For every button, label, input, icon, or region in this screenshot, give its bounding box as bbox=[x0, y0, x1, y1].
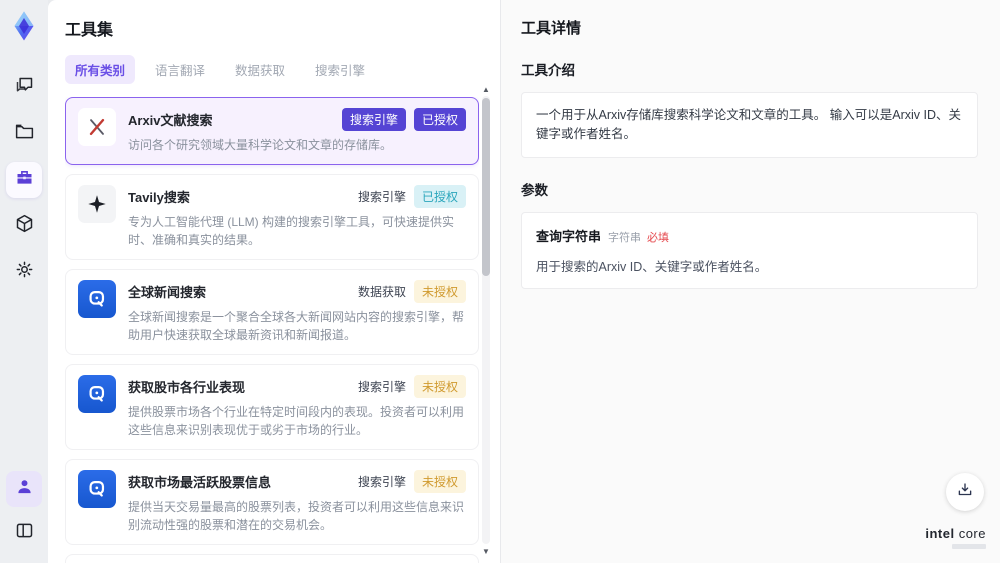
tool-tags: 数据获取 未授权 bbox=[358, 280, 466, 303]
tool-card[interactable]: Arxiv文献搜索 搜索引擎 已授权 访问各个研究领域大量科学论文和文章的存储库… bbox=[65, 97, 479, 165]
download-icon bbox=[956, 481, 974, 504]
tool-description: 提供股票市场各个行业在特定时间段内的表现。投资者可以利用这些信息来识别表现优于或… bbox=[128, 405, 465, 437]
rail-nav bbox=[6, 70, 42, 290]
blue-app-icon bbox=[78, 470, 116, 508]
tool-card[interactable]: 万维地区新闻查询 搜索引擎 未授权 查询具体行政区划内的新闻，快速了解各地新闻动 bbox=[65, 554, 479, 563]
chat-icon bbox=[14, 75, 35, 101]
intel-brand-word: intel bbox=[925, 526, 955, 541]
scrollbar-thumb[interactable] bbox=[482, 98, 490, 276]
sidebar-item-settings[interactable] bbox=[6, 254, 42, 290]
tool-category-label: 数据获取 bbox=[357, 285, 406, 299]
intro-text: 一个用于从Arxiv存储库搜索科学论文和文章的工具。 输入可以是Arxiv ID… bbox=[536, 108, 962, 141]
category-tab[interactable]: 语言翻译 bbox=[145, 55, 215, 84]
toolbox-icon bbox=[14, 167, 35, 193]
tool-card-head: Arxiv文献搜索 搜索引擎 已授权 bbox=[128, 108, 466, 131]
tool-card[interactable]: 获取市场最活跃股票信息 搜索引擎 未授权 提供当天交易量最高的股票列表，投资者可… bbox=[65, 459, 479, 545]
tool-auth-badge: 已授权 bbox=[413, 108, 466, 131]
tool-description: 专为人工智能代理 (LLM) 构建的搜索引擎工具，可快速提供实时、准确和真实的结… bbox=[128, 215, 455, 247]
app-logo bbox=[8, 10, 40, 42]
tool-category-label: 搜索引擎 bbox=[357, 190, 406, 204]
intro-box: 一个用于从Arxiv存储库搜索科学论文和文章的工具。 输入可以是Arxiv ID… bbox=[521, 92, 978, 158]
sidebar-item-packages[interactable] bbox=[6, 208, 42, 244]
tavily-star-icon bbox=[78, 185, 116, 223]
intel-core-word: core bbox=[958, 526, 986, 541]
category-tabs: 所有类别 语言翻译 数据获取 搜索引擎 bbox=[65, 55, 500, 84]
tool-description: 访问各个研究领域大量科学论文和文章的存储库。 bbox=[128, 138, 393, 152]
main-surface: 工具集 所有类别 语言翻译 数据获取 搜索引擎 Arxiv文献搜索 搜索引擎 已授权 … bbox=[48, 0, 1000, 563]
arxiv-icon bbox=[78, 108, 116, 146]
sidebar-item-toolbox[interactable] bbox=[6, 162, 42, 198]
blue-app-icon bbox=[78, 280, 116, 318]
package-icon bbox=[14, 213, 35, 239]
user-icon bbox=[14, 476, 35, 502]
param-header: 查询字符串 字符串 必填 bbox=[536, 226, 963, 246]
tool-name: 全球新闻搜索 bbox=[128, 285, 207, 300]
param-type: 字符串 bbox=[608, 231, 642, 244]
page-title: 工具集 bbox=[65, 22, 114, 39]
param-required-flag: 必填 bbox=[647, 231, 670, 244]
settings-icon bbox=[14, 259, 35, 285]
tool-card-body: Tavily搜索 搜索引擎 已授权 专为人工智能代理 (LLM) 构建的搜索引擎… bbox=[128, 185, 466, 249]
sidebar-item-profile[interactable] bbox=[6, 471, 42, 507]
param-box: 查询字符串 字符串 必填 用于搜索的Arxiv ID、关键字或作者姓名。 bbox=[521, 211, 978, 289]
tool-category-label: 搜索引擎 bbox=[357, 475, 406, 489]
tool-name: 获取市场最活跃股票信息 bbox=[128, 475, 272, 490]
folder-icon bbox=[14, 121, 35, 147]
blue-app-icon bbox=[78, 375, 116, 413]
tools-pane: 工具集 所有类别 语言翻译 数据获取 搜索引擎 Arxiv文献搜索 搜索引擎 已授权 … bbox=[48, 0, 500, 563]
tool-tags: 搜索引擎 已授权 bbox=[341, 108, 466, 131]
category-tab[interactable]: 所有类别 bbox=[65, 55, 136, 84]
tool-name: Tavily搜索 bbox=[128, 190, 190, 205]
tool-card-head: 获取股市各行业表现 搜索引擎 未授权 bbox=[128, 375, 466, 398]
detail-title: 工具详情 bbox=[521, 20, 582, 37]
tool-card-head: 全球新闻搜索 数据获取 未授权 bbox=[128, 280, 466, 303]
param-name: 查询字符串 bbox=[536, 228, 602, 244]
tool-card-head: 获取市场最活跃股票信息 搜索引擎 未授权 bbox=[128, 470, 466, 493]
intel-core-logo: intel core bbox=[925, 526, 986, 549]
intro-heading: 工具介绍 bbox=[521, 63, 575, 78]
scroll-down-icon[interactable]: ▼ bbox=[480, 548, 492, 556]
tool-card-body: 全球新闻搜索 数据获取 未授权 全球新闻搜索是一个聚合全球各大新闻网站内容的搜索… bbox=[128, 280, 466, 344]
params-heading: 参数 bbox=[521, 182, 548, 198]
tool-auth-badge: 未授权 bbox=[413, 470, 466, 493]
tool-card-body: Arxiv文献搜索 搜索引擎 已授权 访问各个研究领域大量科学论文和文章的存储库… bbox=[128, 108, 466, 154]
scroll-up-icon[interactable]: ▲ bbox=[480, 86, 492, 94]
tool-card[interactable]: 获取股市各行业表现 搜索引擎 未授权 提供股票市场各个行业在特定时间段内的表现。… bbox=[65, 364, 479, 450]
tool-category-label: 搜索引擎 bbox=[341, 108, 406, 131]
tool-auth-badge: 未授权 bbox=[413, 280, 466, 303]
tool-auth-badge: 未授权 bbox=[413, 375, 466, 398]
tool-description: 提供当天交易量最高的股票列表，投资者可以利用这些信息来识别流动性强的股票和潜在的… bbox=[128, 500, 465, 532]
tool-tags: 搜索引擎 未授权 bbox=[358, 375, 466, 398]
tool-card[interactable]: Tavily搜索 搜索引擎 已授权 专为人工智能代理 (LLM) 构建的搜索引擎… bbox=[65, 174, 479, 260]
tool-tags: 搜索引擎 未授权 bbox=[358, 470, 466, 493]
tool-auth-badge: 已授权 bbox=[413, 185, 466, 208]
tool-card-head: Tavily搜索 搜索引擎 已授权 bbox=[128, 185, 466, 208]
tool-name: 获取股市各行业表现 bbox=[128, 380, 246, 395]
left-icon-rail bbox=[0, 0, 48, 563]
category-tab[interactable]: 数据获取 bbox=[225, 55, 295, 84]
sidebar-item-files[interactable] bbox=[6, 116, 42, 152]
tool-name: Arxiv文献搜索 bbox=[128, 113, 213, 128]
rail-bottom bbox=[6, 471, 42, 551]
tool-card-body: 获取市场最活跃股票信息 搜索引擎 未授权 提供当天交易量最高的股票列表，投资者可… bbox=[128, 470, 466, 534]
category-tab[interactable]: 搜索引擎 bbox=[305, 55, 375, 84]
intel-logo-subline bbox=[952, 544, 986, 549]
tool-detail-pane: 工具详情 工具介绍 一个用于从Arxiv存储库搜索科学论文和文章的工具。 输入可… bbox=[501, 0, 1000, 563]
download-button[interactable] bbox=[946, 473, 984, 511]
panel-toggle-icon bbox=[14, 520, 35, 546]
sidebar-item-chat[interactable] bbox=[6, 70, 42, 106]
param-description: 用于搜索的Arxiv ID、关键字或作者姓名。 bbox=[536, 259, 768, 274]
tool-description: 全球新闻搜索是一个聚合全球各大新闻网站内容的搜索引擎，帮助用户快速获取全球最新资… bbox=[128, 310, 465, 342]
tool-list: Arxiv文献搜索 搜索引擎 已授权 访问各个研究领域大量科学论文和文章的存储库… bbox=[65, 97, 479, 563]
list-scrollbar[interactable]: ▲ ▼ bbox=[480, 86, 492, 556]
tool-card-body: 获取股市各行业表现 搜索引擎 未授权 提供股票市场各个行业在特定时间段内的表现。… bbox=[128, 375, 466, 439]
tool-category-label: 搜索引擎 bbox=[357, 380, 406, 394]
tool-tags: 搜索引擎 已授权 bbox=[358, 185, 466, 208]
sidebar-item-panel-toggle[interactable] bbox=[6, 515, 42, 551]
tool-card[interactable]: 全球新闻搜索 数据获取 未授权 全球新闻搜索是一个聚合全球各大新闻网站内容的搜索… bbox=[65, 269, 479, 355]
